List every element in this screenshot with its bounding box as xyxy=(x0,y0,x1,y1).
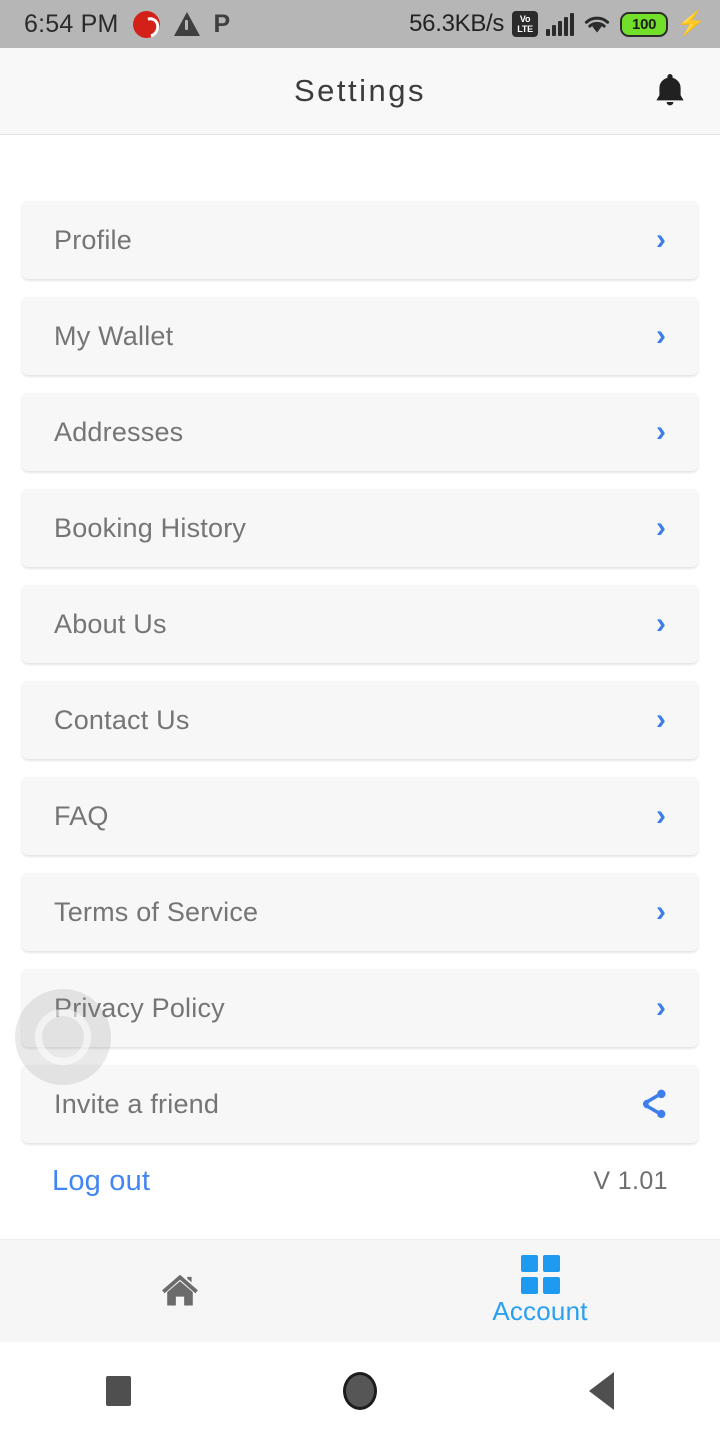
triangle-back-icon[interactable] xyxy=(589,1372,614,1410)
lightning-bolt-icon: ⚡ xyxy=(676,10,706,37)
settings-row-contact-us[interactable]: Contact Us › xyxy=(22,681,698,759)
settings-row-label: Contact Us xyxy=(54,704,190,735)
page-title: Settings xyxy=(293,73,426,108)
battery-level-text: 100 xyxy=(632,15,657,33)
circle-home-icon[interactable] xyxy=(343,1372,377,1410)
settings-row-label: Booking History xyxy=(54,512,247,543)
bottom-tab-bar: Account xyxy=(0,1239,720,1342)
status-time: 6:54 PM xyxy=(24,9,119,38)
settings-row-label: Invite a friend xyxy=(54,1088,220,1119)
status-bar: 6:54 PM P 56.3KB/s Vo LTE 100 ⚡ xyxy=(0,0,720,48)
settings-row-profile[interactable]: Profile › xyxy=(22,201,698,279)
app-version-label: V 1.01 xyxy=(593,1167,668,1195)
home-icon xyxy=(162,1274,198,1306)
bell-icon xyxy=(656,74,684,106)
settings-row-label: Profile xyxy=(54,224,132,255)
settings-row-invite-a-friend[interactable]: Invite a friend xyxy=(22,1065,698,1143)
settings-row-label: About Us xyxy=(54,608,167,639)
letter-p-icon: P xyxy=(213,9,231,38)
app-header: Settings xyxy=(0,48,720,135)
settings-row-label: Privacy Policy xyxy=(54,992,225,1023)
share-icon xyxy=(642,1089,666,1119)
network-speed-text: 56.3KB/s xyxy=(409,10,505,37)
warning-triangle-icon xyxy=(173,12,200,36)
chevron-right-icon: › xyxy=(656,607,666,640)
signal-bars-icon xyxy=(546,12,575,36)
chevron-right-icon: › xyxy=(656,895,666,928)
notification-bell-button[interactable] xyxy=(642,63,698,119)
chevron-right-icon: › xyxy=(656,415,666,448)
android-navigation-bar xyxy=(0,1342,720,1440)
settings-row-label: Terms of Service xyxy=(54,896,259,927)
settings-row-terms-of-service[interactable]: Terms of Service › xyxy=(22,873,698,951)
settings-row-label: Addresses xyxy=(54,416,184,447)
tab-account[interactable]: Account xyxy=(360,1240,720,1342)
settings-row-faq[interactable]: FAQ › xyxy=(22,777,698,855)
logout-button[interactable]: Log out xyxy=(52,1165,150,1198)
settings-row-label: My Wallet xyxy=(54,320,174,351)
footer-row: Log out V 1.01 xyxy=(22,1165,698,1198)
settings-row-about-us[interactable]: About Us › xyxy=(22,585,698,663)
chevron-right-icon: › xyxy=(656,991,666,1024)
square-recents-icon[interactable] xyxy=(106,1376,131,1406)
volte-bottom-text: LTE xyxy=(517,24,533,34)
airtel-logo-icon xyxy=(132,10,160,38)
settings-row-my-wallet[interactable]: My Wallet › xyxy=(22,297,698,375)
chevron-right-icon: › xyxy=(656,799,666,832)
chevron-right-icon: › xyxy=(656,319,666,352)
phone-screen: 6:54 PM P 56.3KB/s Vo LTE 100 ⚡ Settings… xyxy=(0,0,720,1440)
grid-icon xyxy=(520,1255,560,1294)
volte-icon: Vo LTE xyxy=(512,11,539,37)
battery-icon: 100 xyxy=(620,11,669,37)
chevron-right-icon: › xyxy=(656,223,666,256)
settings-content: Profile › My Wallet › Addresses › Bookin… xyxy=(0,135,720,1239)
settings-row-addresses[interactable]: Addresses › xyxy=(22,393,698,471)
chevron-right-icon: › xyxy=(656,703,666,736)
wifi-icon xyxy=(585,16,610,33)
assistive-touch-floating-button[interactable] xyxy=(15,989,111,1085)
status-bar-left: 6:54 PM P xyxy=(24,10,409,39)
settings-row-label: FAQ xyxy=(54,800,109,831)
tab-home[interactable] xyxy=(0,1240,360,1342)
settings-row-booking-history[interactable]: Booking History › xyxy=(22,489,698,567)
chevron-right-icon: › xyxy=(656,511,666,544)
tab-account-label: Account xyxy=(492,1296,588,1326)
settings-row-privacy-policy[interactable]: Privacy Policy › xyxy=(22,969,698,1047)
status-bar-right: 56.3KB/s Vo LTE 100 ⚡ xyxy=(409,10,706,38)
volte-top-text: Vo xyxy=(519,14,531,24)
